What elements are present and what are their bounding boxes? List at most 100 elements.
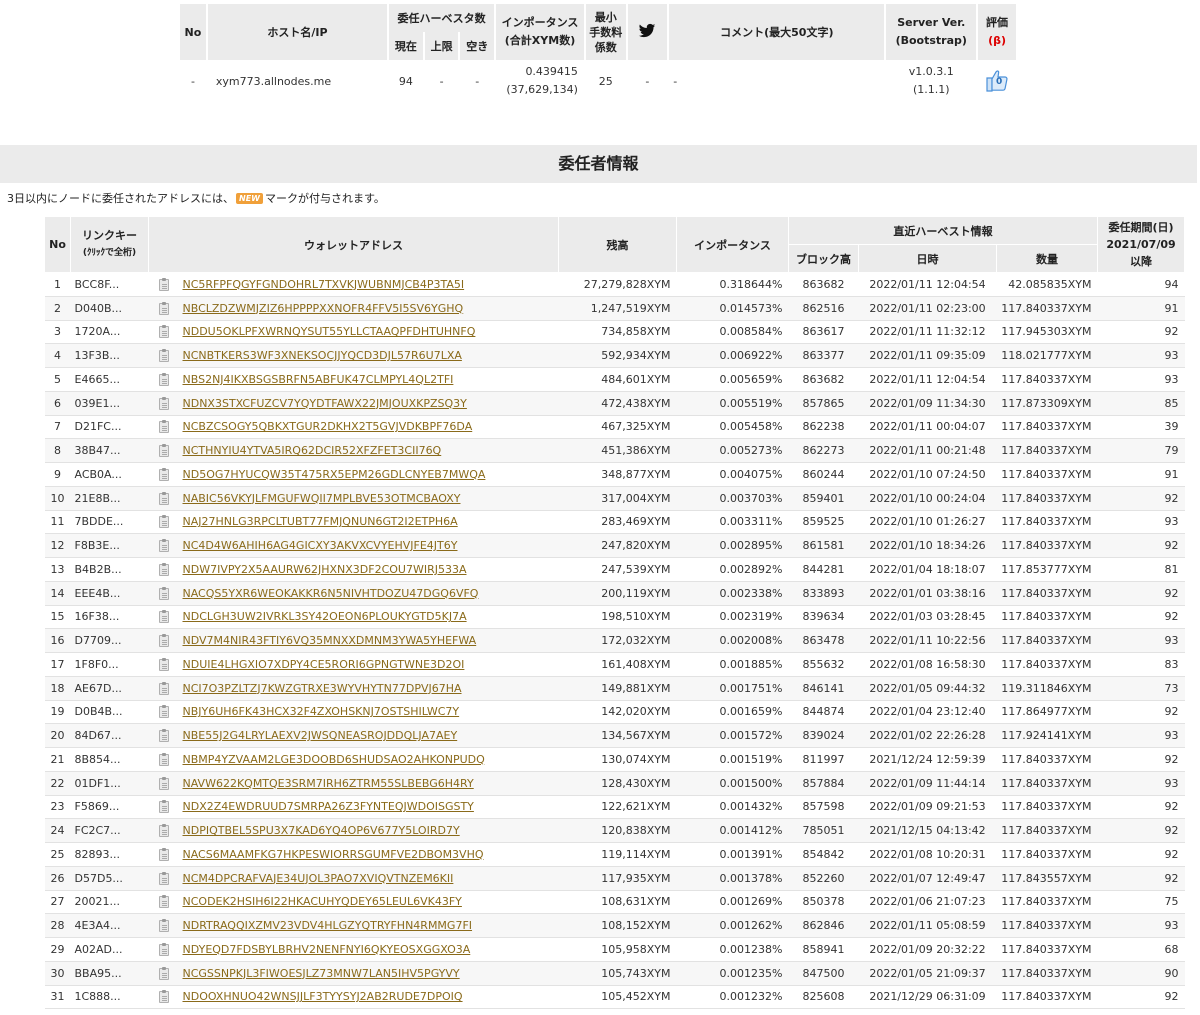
wallet-address-link[interactable]: NDV7M4NIR43FTIY6VQ35MNXXDMNM3YWA5YHEFWA bbox=[183, 634, 477, 647]
copy-button[interactable] bbox=[148, 700, 179, 725]
wallet-address-link[interactable]: NCODEK2HSIH6I22HKACUHYQDEY65LEUL6VK43FY bbox=[183, 895, 462, 908]
copy-button[interactable] bbox=[148, 581, 179, 606]
clipboard-icon bbox=[158, 919, 169, 933]
copy-button[interactable] bbox=[148, 272, 179, 297]
wallet-address-link[interactable]: NDW7IVPY2X5AAURW62JHXNX3DF2COU7WIRJ533A bbox=[183, 563, 467, 576]
link-key[interactable]: 1C888... bbox=[70, 985, 149, 1010]
copy-button[interactable] bbox=[148, 937, 179, 962]
copy-button[interactable] bbox=[148, 557, 179, 582]
copy-button[interactable] bbox=[148, 866, 179, 891]
copy-button[interactable] bbox=[148, 913, 179, 938]
wallet-address-link[interactable]: NDX2Z4EWDRUUD7SMRPA26Z3FYNTEQJWDOISGSTY bbox=[183, 800, 474, 813]
link-key[interactable]: D040B... bbox=[70, 296, 149, 321]
link-key[interactable]: E4665... bbox=[70, 367, 149, 392]
link-key[interactable]: 4E3A4... bbox=[70, 913, 149, 938]
wallet-address-link[interactable]: NC5RFPFQGYFGNDOHRL7TXVKJWUBNMJCB4P3TA5I bbox=[183, 278, 465, 291]
wallet-address-link[interactable]: NBJY6UH6FK43HCX32F4ZXOHSKNJ7OSTSHILWC7Y bbox=[183, 705, 460, 718]
wallet-address-link[interactable]: NCTHNYIU4YTVA5IRQ62DCIR52XFZFET3CII76Q bbox=[183, 444, 442, 457]
copy-button[interactable] bbox=[148, 320, 179, 345]
col-wallet-header: ウォレットアドレス bbox=[148, 216, 559, 273]
block-height: 850378 bbox=[788, 890, 859, 915]
wallet-address-link[interactable]: NDCLGH3UW2IVRKL3SY42OEON6PLOUKYGTD5KJ7A bbox=[183, 610, 467, 623]
copy-button[interactable] bbox=[148, 723, 179, 748]
thumbs-up-button[interactable]: 0 bbox=[984, 67, 1010, 93]
link-key[interactable]: B4B2B... bbox=[70, 557, 149, 582]
copy-button[interactable] bbox=[148, 747, 179, 772]
copy-button[interactable] bbox=[148, 391, 179, 416]
copy-button[interactable] bbox=[148, 605, 179, 630]
wallet-address-link[interactable]: NC4D4W6AHIH6AG4GICXY3AKVXCVYEHVJFE4JT6Y bbox=[183, 539, 458, 552]
wallet-address-link[interactable]: NACS6MAAMFKG7HKPESWIORRSGUMFVE2DBOM3VHQ bbox=[183, 848, 484, 861]
wallet-address-link[interactable]: NABIC56VKYJLFMGUFWQII7MPLBVE53OTMCBAOXY bbox=[183, 492, 461, 505]
wallet-address-link[interactable]: NBMP4YZVAAM2LGE3DOOBD6SHUDSAO2AHKONPUDQ bbox=[183, 753, 485, 766]
copy-button[interactable] bbox=[148, 296, 179, 321]
wallet-address-link[interactable]: ND5OG7HYUCQW35T475RX5EPM26GDLCNYEB7MWQA bbox=[183, 468, 486, 481]
copy-button[interactable] bbox=[148, 462, 179, 487]
link-key[interactable]: D57D5... bbox=[70, 866, 149, 891]
copy-button[interactable] bbox=[148, 771, 179, 796]
link-key[interactable]: 20021... bbox=[70, 890, 149, 915]
link-key[interactable]: 82893... bbox=[70, 842, 149, 867]
copy-button[interactable] bbox=[148, 510, 179, 535]
link-key[interactable]: BCC8F... bbox=[70, 272, 149, 297]
wallet-address-link[interactable]: NCM4DPCRAFVAJE34UJOL3PAO7XVIQVTNZEM6KII bbox=[183, 872, 454, 885]
link-key[interactable]: ACB0A... bbox=[70, 462, 149, 487]
copy-button[interactable] bbox=[148, 818, 179, 843]
copy-button[interactable] bbox=[148, 652, 179, 677]
copy-button[interactable] bbox=[148, 842, 179, 867]
link-key[interactable]: F5869... bbox=[70, 795, 149, 820]
wallet-address-cell: NBJY6UH6FK43HCX32F4ZXOHSKNJ7OSTSHILWC7Y bbox=[178, 700, 559, 725]
wallet-address-link[interactable]: NDNX3STXCFUZCV7YQYDTFAWX22JMJOUXKPZSQ3Y bbox=[183, 397, 467, 410]
copy-button[interactable] bbox=[148, 438, 179, 463]
wallet-address-link[interactable]: NCI7O3PZLTZJ7KWZGTRXE3WYVHYTN77DPVJ67HA bbox=[183, 682, 462, 695]
link-key[interactable]: A02AD... bbox=[70, 937, 149, 962]
wallet-address-link[interactable]: NAVW622KQMTQE3SRM7IRH6ZTRM55SLBEBG6H4RY bbox=[183, 777, 474, 790]
wallet-address-link[interactable]: NDDU5OKLPFXWRNQYSUT55YLLCTAAQPFDHTUHNFQ bbox=[183, 325, 476, 338]
wallet-address-link[interactable]: NACQS5YXR6WEOKAKKR6N5NIVHTDOZU47DGQ6VFQ bbox=[183, 587, 479, 600]
link-key[interactable]: AE67D... bbox=[70, 676, 149, 701]
copy-button[interactable] bbox=[148, 676, 179, 701]
wallet-address-link[interactable]: NBCLZDZWMJZIZ6HPPPPXXNOFR4FFV5I5SV6YGHQ bbox=[183, 302, 464, 315]
copy-button[interactable] bbox=[148, 795, 179, 820]
copy-button[interactable] bbox=[148, 628, 179, 653]
wallet-address-link[interactable]: NBE55J2G4LRYLAEXV2JWSQNEASROJDDQLJA7AEY bbox=[183, 729, 458, 742]
wallet-address-link[interactable]: NDRTRAQQIXZMV23VDV4HLGZYQTRYFHN4RMMG7FI bbox=[183, 919, 473, 932]
link-key[interactable]: BBA95... bbox=[70, 961, 149, 986]
link-key[interactable]: 039E1... bbox=[70, 391, 149, 416]
link-key[interactable]: FC2C7... bbox=[70, 818, 149, 843]
link-key[interactable]: EEE4B... bbox=[70, 581, 149, 606]
link-key[interactable]: 1720A... bbox=[70, 320, 149, 345]
wallet-address-link[interactable]: NDOOXHNUO42WNSJJLF3TYYSYJ2AB2RUDE7DPOIQ bbox=[183, 990, 463, 1003]
copy-button[interactable] bbox=[148, 486, 179, 511]
copy-button[interactable] bbox=[148, 343, 179, 368]
link-key[interactable]: 38B47... bbox=[70, 438, 149, 463]
link-key[interactable]: F8B3E... bbox=[70, 533, 149, 558]
link-key[interactable]: 16F38... bbox=[70, 605, 149, 630]
harvest-datetime: 2022/01/10 07:24:50 bbox=[858, 462, 997, 487]
copy-button[interactable] bbox=[148, 415, 179, 440]
wallet-address-link[interactable]: NDPIQTBEL5SPU3X7KAD6YQ4OP6V677Y5LOIRD7Y bbox=[183, 824, 460, 837]
wallet-address-link[interactable]: NDUIE4LHGXIO7XDPY4CE5RORI6GPNGTWNE3D2OI bbox=[183, 658, 465, 671]
link-key[interactable]: 01DF1... bbox=[70, 771, 149, 796]
copy-button[interactable] bbox=[148, 367, 179, 392]
wallet-address-link[interactable]: NCNBTKERS3WF3XNEKSOCJJYQCD3DJL57R6U7LXA bbox=[183, 349, 462, 362]
link-key[interactable]: 13F3B... bbox=[70, 343, 149, 368]
link-key[interactable]: D7709... bbox=[70, 628, 149, 653]
link-key[interactable]: D21FC... bbox=[70, 415, 149, 440]
copy-button[interactable] bbox=[148, 961, 179, 986]
wallet-address-link[interactable]: NCGSSNPKJL3FIWOESJLZ73MNW7LAN5IHV5PGYVY bbox=[183, 967, 460, 980]
wallet-address-link[interactable]: NAJ27HNLG3RPCLTUBT77FMJQNUN6GT2I2ETPH6A bbox=[183, 515, 458, 528]
wallet-address-link[interactable]: NBS2NJ4IKXBSGSBRFN5ABFUK47CLMPYL4QL2TFI bbox=[183, 373, 454, 386]
wallet-address-link[interactable]: NCBZCSOGY5QBKXTGUR2DKHX2T5GVJVDKBPF76DA bbox=[183, 420, 473, 433]
link-key[interactable]: 8B854... bbox=[70, 747, 149, 772]
link-key[interactable]: 21E8B... bbox=[70, 486, 149, 511]
link-key[interactable]: 84D67... bbox=[70, 723, 149, 748]
link-key[interactable]: 7BDDE... bbox=[70, 510, 149, 535]
wallet-address-link[interactable]: NDYEQD7FDSBYLBRHV2NENFNYI6QKYEOSXGGXO3A bbox=[183, 943, 471, 956]
clipboard-icon bbox=[158, 444, 169, 458]
copy-button[interactable] bbox=[148, 890, 179, 915]
copy-button[interactable] bbox=[148, 533, 179, 558]
link-key[interactable]: D0B4B... bbox=[70, 700, 149, 725]
copy-button[interactable] bbox=[148, 985, 179, 1010]
link-key[interactable]: 1F8F0... bbox=[70, 652, 149, 677]
